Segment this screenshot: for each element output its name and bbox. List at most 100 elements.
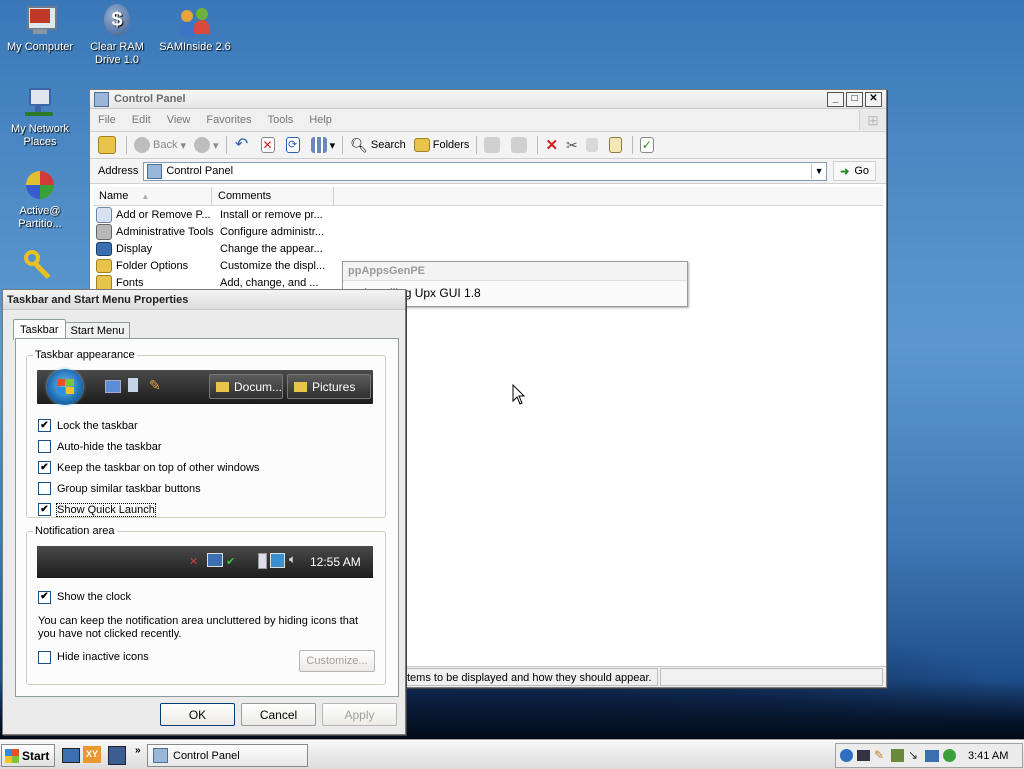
list-item[interactable]: Add or Remove P... Install or remove pr..… bbox=[96, 206, 336, 223]
column-header-name[interactable]: Name ▲ bbox=[93, 187, 212, 205]
minimize-button[interactable]: _ bbox=[827, 91, 844, 107]
list-item[interactable]: Display Change the appear... bbox=[96, 240, 336, 257]
customize-button[interactable]: Customize... bbox=[299, 650, 375, 672]
copy-to-button[interactable] bbox=[507, 134, 534, 156]
network-icon bbox=[270, 553, 285, 568]
maximize-button[interactable]: □ bbox=[846, 91, 863, 107]
option-keep-on-top[interactable]: ✔ Keep the taskbar on top of other window… bbox=[38, 457, 259, 478]
paste-icon bbox=[608, 137, 622, 153]
views-button[interactable]: ▾ bbox=[307, 134, 340, 156]
ok-button[interactable]: OK bbox=[160, 703, 235, 726]
option-label: Lock the taskbar bbox=[57, 419, 138, 432]
item-name: Administrative Tools bbox=[116, 225, 214, 238]
back-button[interactable]: Back ▾ bbox=[130, 134, 190, 156]
tab-taskbar[interactable]: Taskbar bbox=[13, 319, 66, 340]
apply-button[interactable]: Apply bbox=[322, 703, 397, 726]
option-auto-hide[interactable]: Auto-hide the taskbar bbox=[38, 436, 259, 457]
windows-flag-icon bbox=[5, 748, 19, 763]
checkbox-show-clock[interactable]: ✔ bbox=[38, 590, 51, 604]
item-name: Add or Remove P... bbox=[116, 208, 211, 221]
up-folder-button[interactable] bbox=[94, 134, 123, 156]
checkbox-keep-on-top[interactable]: ✔ bbox=[38, 461, 51, 474]
shield-check-icon: ✔ bbox=[226, 556, 236, 568]
scissors-icon: ✂ bbox=[566, 136, 578, 153]
go-button[interactable]: ➜ Go bbox=[833, 161, 876, 181]
checkbox-group-similar[interactable] bbox=[38, 482, 51, 495]
move-to-button[interactable] bbox=[480, 134, 507, 156]
desktop-icon-label: My Computer bbox=[6, 41, 74, 53]
option-lock-taskbar[interactable]: ✔ Lock the taskbar bbox=[38, 415, 259, 436]
close-button[interactable]: ✕ bbox=[865, 91, 882, 107]
desktop-icon-my-computer[interactable]: My Computer bbox=[0, 4, 80, 54]
menu-view[interactable]: View bbox=[159, 114, 199, 126]
notification-preview: ✕ ✔ 🔈︎ 12:55 AM bbox=[37, 546, 373, 578]
column-name-label: Name bbox=[99, 190, 129, 202]
start-button[interactable]: Start bbox=[1, 744, 55, 767]
undo-button[interactable]: ↶ bbox=[230, 134, 257, 156]
option-show-clock[interactable]: ✔ Show the clock bbox=[38, 588, 131, 606]
properties-button[interactable]: ✓ bbox=[636, 134, 661, 156]
option-group-similar[interactable]: Group similar taskbar buttons bbox=[38, 478, 259, 499]
menu-tools[interactable]: Tools bbox=[260, 114, 302, 126]
tray-globe-icon[interactable] bbox=[840, 749, 853, 762]
tray-shield-icon[interactable] bbox=[943, 749, 956, 762]
go-arrow-icon: ➜ bbox=[840, 165, 850, 178]
checkbox-show-quick-launch[interactable]: ✔ bbox=[38, 503, 51, 516]
tray-check-icon[interactable] bbox=[891, 749, 904, 762]
copy-button[interactable] bbox=[582, 134, 605, 156]
refresh-button[interactable]: ⟳ bbox=[282, 134, 307, 156]
list-item[interactable]: Administrative Tools Configure administr.… bbox=[96, 223, 336, 240]
sort-arrow-icon: ▲ bbox=[141, 192, 150, 201]
folders-button[interactable]: Folders bbox=[410, 134, 474, 156]
control-panel-icon bbox=[94, 91, 109, 107]
address-dropdown-icon[interactable]: ▼ bbox=[811, 163, 826, 179]
tray-network-icon[interactable] bbox=[925, 749, 939, 762]
key-icon[interactable] bbox=[22, 248, 56, 282]
list-item[interactable]: Folder Options Customize the displ... bbox=[96, 257, 336, 274]
tray-clock[interactable]: 3:41 AM bbox=[968, 750, 1008, 762]
quick-launch-desktop-icon[interactable] bbox=[62, 748, 80, 763]
delete-button[interactable]: ✕ bbox=[541, 134, 562, 156]
folder-icon bbox=[216, 381, 229, 392]
checkbox-lock-taskbar[interactable]: ✔ bbox=[38, 419, 51, 432]
menu-edit[interactable]: Edit bbox=[124, 114, 159, 126]
taskbar-options: ✔ Lock the taskbar Auto-hide the taskbar … bbox=[38, 415, 259, 520]
delete-x-icon: ✕ bbox=[545, 137, 559, 154]
address-field[interactable]: Control Panel ▼ bbox=[143, 161, 828, 181]
quick-launch-app-icon[interactable] bbox=[108, 746, 126, 765]
menu-help[interactable]: Help bbox=[301, 114, 340, 126]
cut-button[interactable]: ✂ bbox=[562, 134, 582, 156]
forward-button[interactable]: ▾ bbox=[190, 134, 223, 156]
tray-arrow-icon[interactable]: ↘ bbox=[908, 749, 921, 762]
paste-button[interactable] bbox=[605, 134, 629, 156]
option-show-quick-launch[interactable]: ✔ Show Quick Launch bbox=[38, 499, 259, 520]
option-label: Auto-hide the taskbar bbox=[57, 440, 162, 453]
delete-button-small[interactable]: ✕ bbox=[257, 134, 282, 156]
desktop-icon-network-places[interactable]: My Network Places bbox=[0, 86, 80, 149]
dialog-titlebar: Taskbar and Start Menu Properties bbox=[3, 290, 405, 310]
checkbox-auto-hide[interactable] bbox=[38, 440, 51, 453]
taskbar-button-control-panel[interactable]: Control Panel bbox=[147, 744, 308, 767]
control-panel-icon bbox=[153, 748, 168, 763]
column-header-comments[interactable]: Comments bbox=[212, 187, 334, 205]
checkbox-hide-inactive[interactable] bbox=[38, 650, 51, 664]
desktop-icon-partition[interactable]: Active@ Partitio... bbox=[0, 168, 80, 231]
address-bar: Address Control Panel ▼ ➜ Go bbox=[90, 159, 886, 184]
cancel-button[interactable]: Cancel bbox=[241, 703, 316, 726]
tray-tool-icon[interactable]: ✎ bbox=[874, 749, 887, 762]
group-label-appearance: Taskbar appearance bbox=[33, 349, 137, 361]
option-label: Show Quick Launch bbox=[56, 502, 156, 517]
windows-orb-icon bbox=[47, 369, 83, 405]
mouse-cursor-icon bbox=[512, 384, 526, 405]
menu-favorites[interactable]: Favorites bbox=[198, 114, 259, 126]
preview-button-label: Docum... bbox=[233, 379, 282, 394]
menu-file[interactable]: File bbox=[90, 114, 124, 126]
option-hide-inactive[interactable]: Hide inactive icons bbox=[38, 648, 149, 666]
item-name: Fonts bbox=[116, 276, 144, 289]
tray-monitor-icon[interactable] bbox=[857, 750, 870, 761]
desktop-icon-clear-ram[interactable]: $ Clear RAM Drive 1.0 bbox=[77, 4, 157, 67]
desktop-icon-saminside[interactable]: SAMInside 2.6 bbox=[155, 4, 235, 54]
quick-launch-chevron-icon[interactable]: » bbox=[135, 745, 141, 756]
xyplorer-icon[interactable]: XY bbox=[83, 746, 101, 763]
search-button[interactable]: 🔍︎ Search bbox=[346, 134, 410, 156]
